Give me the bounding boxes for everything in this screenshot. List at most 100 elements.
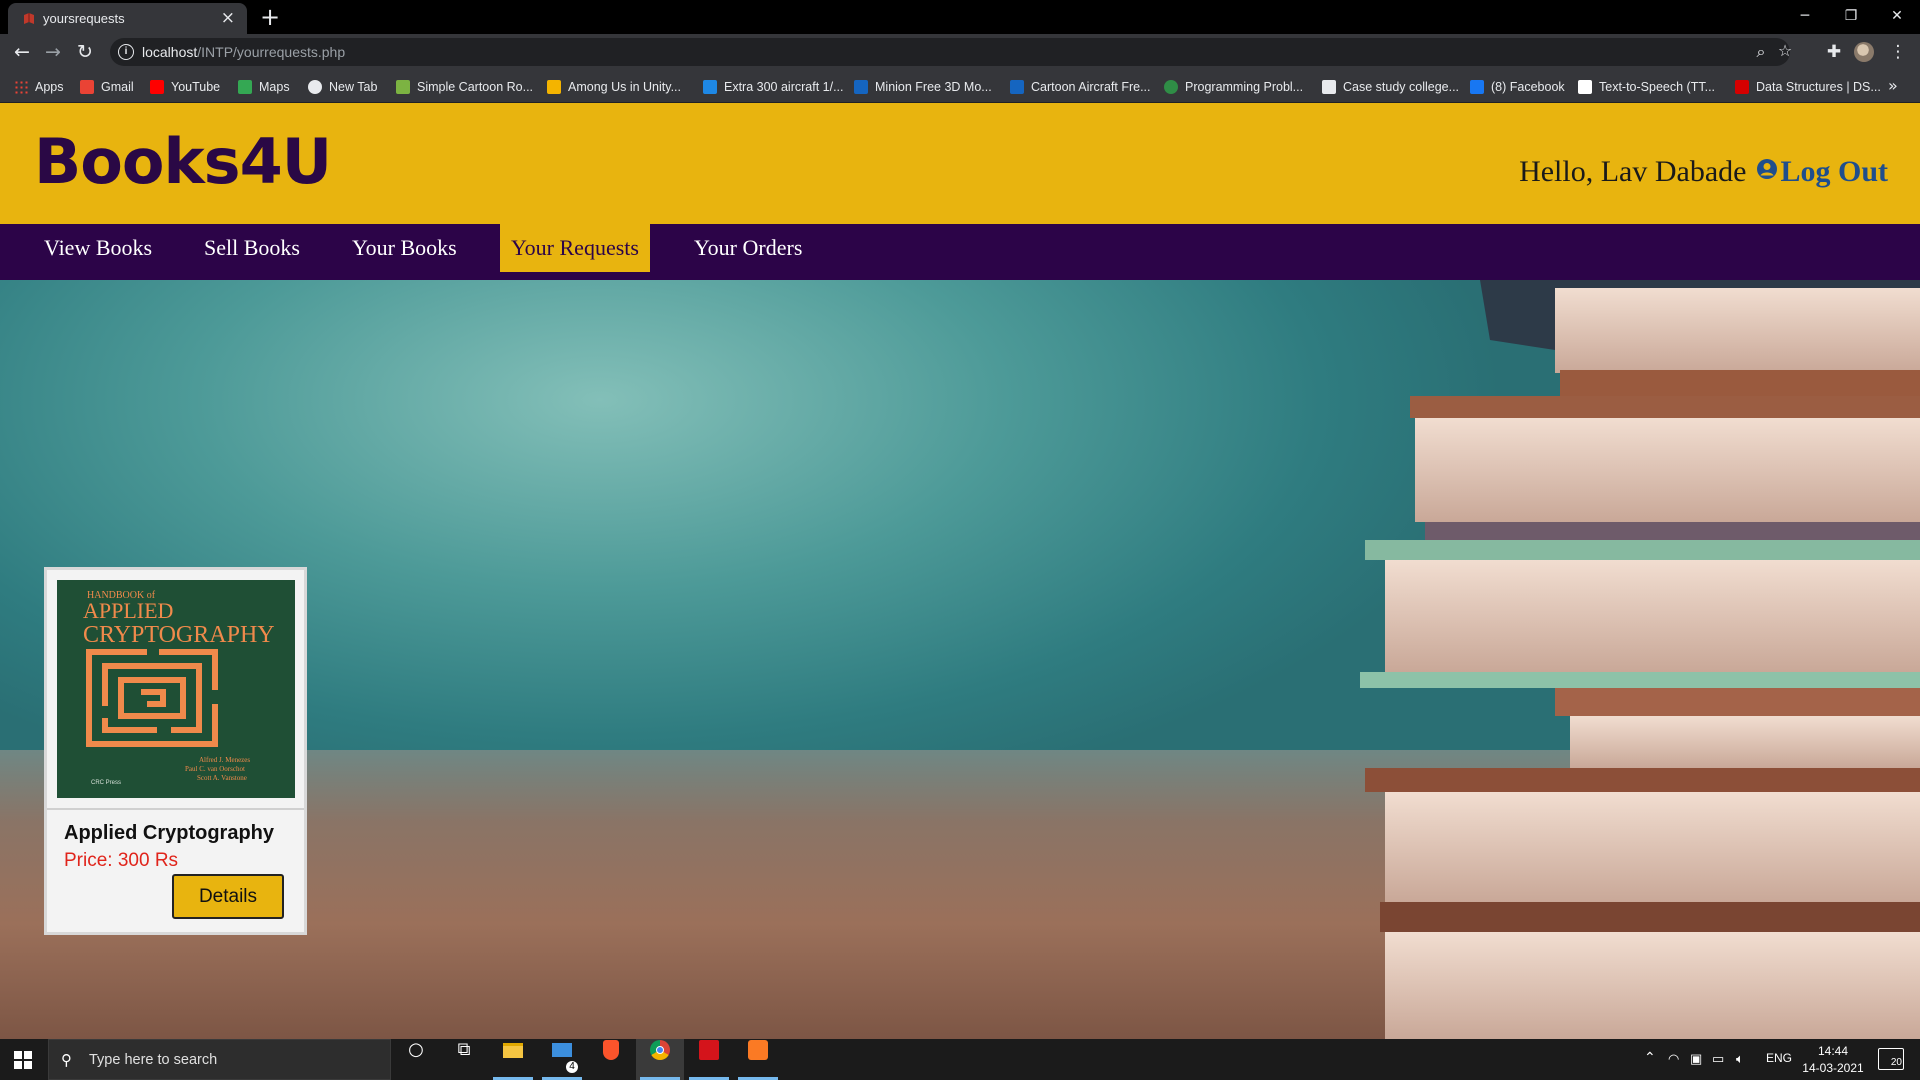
browser-tab[interactable]: yoursrequests × <box>8 3 247 34</box>
bookmarks-bar: » Apps Gmail YouTube Maps New Tab Simple Cart… <box>0 70 1920 103</box>
bookmark-label: Text-to-Speech (TT... <box>1599 79 1716 94</box>
bookmark-item[interactable]: Case study college... <box>1322 70 1459 103</box>
bookmark-item[interactable]: Extra 300 aircraft 1/... <box>703 70 844 103</box>
site-icon <box>396 79 410 94</box>
taskbar-search-placeholder: Type here to search <box>89 1052 218 1068</box>
book-stack-image <box>1360 280 1920 1039</box>
bookmark-label: Among Us in Unity... <box>568 79 682 94</box>
bookmark-label: Simple Cartoon Ro... <box>417 79 534 94</box>
site-info-icon[interactable]: i <box>118 44 134 60</box>
language-indicator[interactable]: ENG <box>1766 1051 1792 1065</box>
acrobat-icon[interactable] <box>685 1039 733 1080</box>
chrome-icon[interactable] <box>636 1039 684 1080</box>
bookmark-item[interactable]: Apps <box>14 70 64 103</box>
xampp-icon[interactable] <box>734 1039 782 1080</box>
card-divider <box>47 808 304 810</box>
bookmark-star-icon[interactable]: ☆ <box>1774 40 1796 62</box>
globe-icon <box>308 79 322 94</box>
bookmark-item[interactable]: Programming Probl... <box>1164 70 1303 103</box>
mail-icon[interactable]: 4 <box>538 1039 586 1080</box>
site-logo[interactable]: Books4U <box>34 125 332 198</box>
clock-time: 14:44 <box>1817 1044 1849 1058</box>
gfg-icon <box>1164 79 1178 94</box>
greeting-text: Hello, Lav Dabade <box>1519 155 1747 188</box>
volume-icon[interactable]: 🔈︎ <box>1736 1051 1744 1067</box>
windows-taskbar: ⚲ Type here to search ○ ⧉ 4 ⌃ ◠ ▣ ▭ 🔈︎ E… <box>0 1039 1920 1080</box>
bookmark-item[interactable]: Among Us in Unity... <box>547 70 681 103</box>
site-icon <box>1322 79 1336 94</box>
more-bookmarks-icon[interactable]: » <box>1888 76 1898 95</box>
task-view-icon[interactable]: ⧉ <box>440 1039 488 1080</box>
logout-link[interactable]: Log Out <box>1780 155 1888 189</box>
security-icon[interactable]: ▣ <box>1690 1051 1702 1067</box>
book-cover-image: HANDBOOK of APPLIED CRYPTOGRAPHY Alfred … <box>57 580 295 798</box>
back-icon[interactable]: ← <box>10 40 34 64</box>
windows-start-icon[interactable] <box>14 1051 32 1069</box>
book-price: Price: 300 Rs <box>64 850 179 871</box>
tab-title: yoursrequests <box>43 11 125 26</box>
forward-icon[interactable]: → <box>41 40 65 64</box>
nav-view-books[interactable]: View Books <box>33 224 163 272</box>
bookmark-item[interactable]: Cartoon Aircraft Fre... <box>1010 70 1150 103</box>
taskbar-search[interactable]: ⚲ Type here to search <box>48 1039 391 1080</box>
site-icon <box>547 79 561 94</box>
tray-chevron-icon[interactable]: ⌃ <box>1644 1049 1656 1066</box>
bookmark-label: Gmail <box>101 79 134 94</box>
gmail-icon <box>80 79 94 94</box>
nav-your-orders[interactable]: Your Orders <box>683 224 813 272</box>
facebook-icon <box>1470 79 1484 94</box>
youtube-icon <box>150 79 164 94</box>
chrome-menu-icon[interactable]: ⋮ <box>1886 40 1910 64</box>
bookmark-item[interactable]: Simple Cartoon Ro... <box>396 70 533 103</box>
bookmark-label: Apps <box>35 79 64 94</box>
bookmark-item[interactable]: New Tab <box>308 70 377 103</box>
book-title: Applied Cryptography <box>64 822 275 844</box>
profile-avatar[interactable] <box>1854 42 1874 62</box>
svg-text:Scott A. Vanstone: Scott A. Vanstone <box>197 774 247 782</box>
bookmark-label: Data Structures | DS... <box>1756 79 1881 94</box>
nav-your-books[interactable]: Your Books <box>341 224 468 272</box>
bookmark-label: Minion Free 3D Mo... <box>875 79 992 94</box>
battery-icon[interactable]: ▭ <box>1712 1051 1724 1067</box>
url-text: localhost/INTP/yourrequests.php <box>142 44 346 60</box>
notification-center-icon[interactable]: 20 <box>1878 1048 1904 1070</box>
new-tab-icon[interactable]: + <box>260 3 280 31</box>
bookmark-item[interactable]: Minion Free 3D Mo... <box>854 70 992 103</box>
site-icon <box>1578 79 1592 94</box>
details-button[interactable]: Details <box>172 874 284 919</box>
site-icon <box>703 79 717 94</box>
restore-icon[interactable]: ❐ <box>1828 5 1874 27</box>
reload-icon[interactable]: ↻ <box>73 40 97 64</box>
bookmark-item[interactable]: (8) Facebook <box>1470 70 1565 103</box>
bookmark-item[interactable]: Text-to-Speech (TT... <box>1578 70 1715 103</box>
close-window-icon[interactable]: ✕ <box>1874 5 1920 27</box>
nav-your-requests[interactable]: Your Requests <box>500 224 650 272</box>
bookmark-item[interactable]: Gmail <box>80 70 134 103</box>
minimize-icon[interactable]: ─ <box>1782 5 1828 27</box>
extensions-icon[interactable]: ✚ <box>1822 40 1846 64</box>
request-card: HANDBOOK of APPLIED CRYPTOGRAPHY Alfred … <box>44 567 307 935</box>
web-page: Books4U Hello, Lav Dabade Log Out View B… <box>0 103 1920 1039</box>
bookmark-label: YouTube <box>171 79 221 94</box>
zoom-icon[interactable]: ⌕ <box>1750 41 1772 63</box>
svg-text:APPLIED: APPLIED <box>83 598 173 623</box>
address-bar[interactable]: i localhost/INTP/yourrequests.php ⌕ ☆ <box>110 38 1792 66</box>
user-circle-icon <box>1757 159 1778 179</box>
nav-sell-books[interactable]: Sell Books <box>193 224 311 272</box>
bookmark-item[interactable]: Maps <box>238 70 290 103</box>
hero-background: HANDBOOK of APPLIED CRYPTOGRAPHY Alfred … <box>0 280 1920 1039</box>
bookmark-item[interactable]: Data Structures | DS... <box>1735 70 1881 103</box>
file-explorer-icon[interactable] <box>489 1039 537 1080</box>
maps-icon <box>238 79 252 94</box>
bookmark-item[interactable]: YouTube <box>150 70 220 103</box>
cortana-icon[interactable]: ○ <box>392 1039 440 1080</box>
svg-text:CRC Press: CRC Press <box>91 780 121 786</box>
wifi-icon[interactable]: ◠ <box>1668 1051 1679 1067</box>
system-clock[interactable]: 14:44 14-03-2021 <box>1798 1043 1868 1077</box>
close-tab-icon[interactable]: × <box>221 9 235 27</box>
clock-date: 14-03-2021 <box>1802 1061 1864 1075</box>
svg-text:CRYPTOGRAPHY: CRYPTOGRAPHY <box>83 622 275 648</box>
svg-text:Alfred J. Menezes: Alfred J. Menezes <box>199 756 250 764</box>
site-header: Books4U Hello, Lav Dabade Log Out <box>0 103 1920 224</box>
brave-browser-icon[interactable] <box>587 1039 635 1080</box>
